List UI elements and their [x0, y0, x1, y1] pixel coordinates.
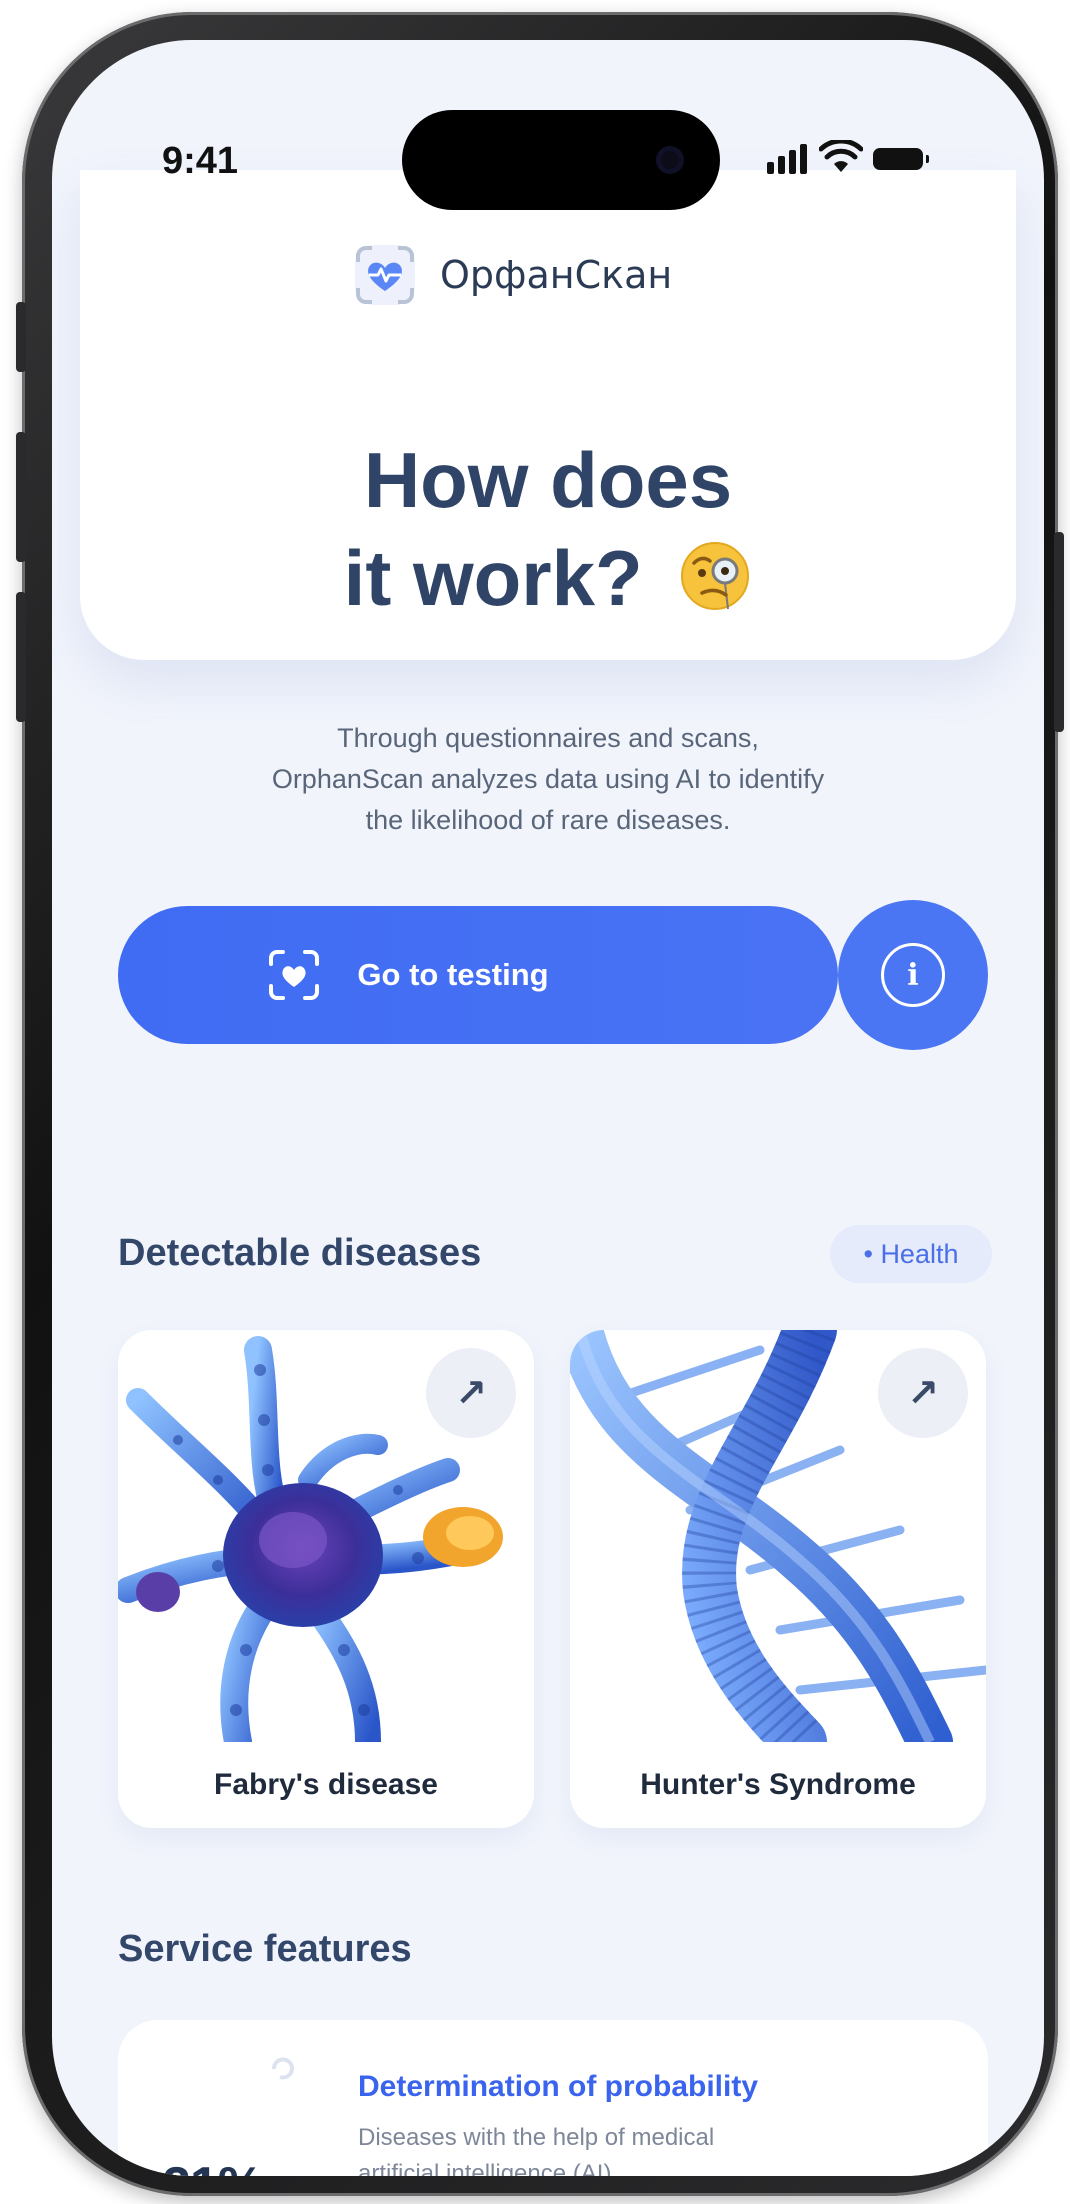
description-line-2: OrphanScan analyzes data using AI to ide…: [271, 764, 825, 794]
info-glyph: i: [907, 957, 919, 993]
go-to-testing-label: Go to testing: [357, 957, 549, 992]
feature-desc-line-2: artificial intelligence (AI): [358, 2160, 612, 2176]
signal-bar-3: [789, 150, 796, 174]
open-card-arrow-button[interactable]: ↗: [426, 1348, 516, 1438]
probability-graphic: 21%: [138, 2046, 308, 2176]
title-text-1: How does: [363, 436, 733, 524]
feature-title: Determination of probability: [358, 2070, 759, 2103]
arrow-up-right-icon: ↗: [455, 1371, 487, 1415]
title-text-2: it work?: [343, 534, 643, 622]
disease-card-label: Fabry's disease: [214, 1768, 438, 1801]
status-icons: [767, 138, 937, 178]
action-button: [16, 302, 26, 372]
disease-card-fabry[interactable]: ↗ Fabry's disease: [118, 1330, 534, 1828]
go-to-testing-button[interactable]: Go to testing: [118, 906, 838, 1044]
power-button: [1054, 532, 1064, 732]
hero-description: Through questionnaires and scans, Orphan…: [142, 718, 954, 841]
app-screen: 9:41 ОрфанСкан How does it work? Through…: [52, 40, 1044, 2176]
signal-bar-1: [767, 162, 774, 174]
detectable-diseases-heading: Detectable diseases: [118, 1232, 482, 1274]
wifi-icon: [819, 140, 863, 172]
disease-card-label: Hunter's Syndrome: [640, 1768, 916, 1801]
info-icon: i: [881, 943, 945, 1007]
signal-bar-4: [800, 144, 807, 174]
page-title-line-1: How does: [52, 432, 1044, 528]
dynamic-island: [402, 110, 720, 210]
page-title-line-2: it work?: [52, 530, 1044, 626]
refresh-icon: [272, 2057, 294, 2080]
probability-value: 21%: [162, 2156, 264, 2176]
volume-down-button: [16, 592, 26, 722]
description-line-1: Through questionnaires and scans,: [337, 723, 759, 753]
brand-header: ОрфанСкан: [352, 240, 672, 310]
disease-card-hunter[interactable]: ↗ Hunter's Syndrome: [570, 1330, 986, 1828]
heart-scan-icon: [267, 948, 321, 1002]
feature-desc-line-1: Diseases with the help of medical: [358, 2124, 715, 2151]
description-line-3: the likelihood of rare diseases.: [365, 805, 731, 835]
service-features-heading: Service features: [118, 1928, 412, 1970]
signal-bar-2: [778, 156, 785, 174]
health-chip-label: • Health: [863, 1238, 959, 1269]
status-time: 9:41: [162, 140, 239, 182]
brand-name: ОрфанСкан: [440, 253, 673, 297]
front-camera: [656, 146, 684, 174]
arrow-up-right-icon: ↗: [907, 1371, 939, 1415]
face-with-monocle-emoji-icon: [681, 542, 750, 610]
feature-card-probability[interactable]: 21% Determination of probability Disease…: [118, 2020, 988, 2176]
open-card-arrow-button[interactable]: ↗: [878, 1348, 968, 1438]
heart-scan-logo-icon: [352, 242, 418, 308]
info-button[interactable]: i: [838, 900, 988, 1050]
battery-icon: [873, 148, 929, 170]
health-filter-chip[interactable]: • Health: [830, 1225, 992, 1283]
feature-description: Diseases with the help of medical artifi…: [358, 2120, 858, 2176]
volume-up-button: [16, 432, 26, 562]
